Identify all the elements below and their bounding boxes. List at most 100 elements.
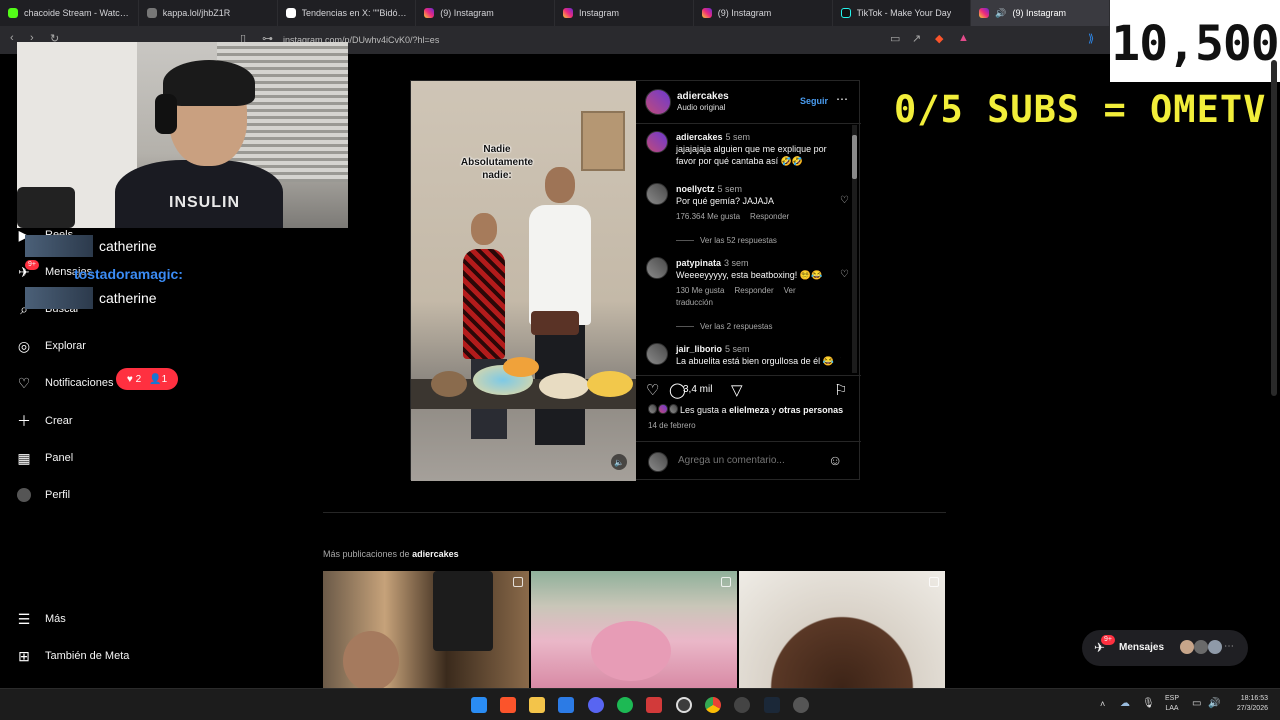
extension-icon[interactable]: ⟫ (1088, 32, 1094, 45)
save-icon[interactable]: ⚐ (834, 381, 847, 399)
comment-user[interactable]: noellyctz (676, 184, 715, 194)
comment-text: jajajajaja alguien que me explique por f… (676, 144, 827, 166)
browser-tab[interactable]: Tendencias en X: ""Bidón"": Por (278, 0, 417, 26)
sidebar-item-more[interactable]: ☰ Más (15, 610, 66, 628)
sidebar-item-notifications[interactable]: ♡ Notificaciones (15, 374, 114, 392)
cloud-icon[interactable]: ☁ (1120, 698, 1130, 709)
post-video[interactable]: Nadie Absolutamente nadie: 🔈 (411, 81, 636, 481)
more-posts-author[interactable]: adiercakes (412, 549, 459, 559)
share-icon[interactable]: ↗ (912, 32, 921, 45)
compass-icon: ◎ (17, 337, 31, 354)
app-icon[interactable] (734, 697, 750, 713)
sidebar-item-explore[interactable]: ◎ Explorar (15, 337, 86, 355)
spotify-icon[interactable] (617, 697, 633, 713)
author-avatar[interactable] (645, 89, 671, 115)
browser-tab[interactable]: (9) Instagram (416, 0, 555, 26)
windows-start-icon[interactable] (471, 697, 487, 713)
comments-scrollbar[interactable] (852, 125, 857, 373)
heart-icon[interactable]: ♡ (840, 269, 849, 280)
emoji-icon[interactable]: ☺ (828, 452, 842, 468)
cast-icon[interactable]: ▭ (890, 32, 900, 45)
bing-icon[interactable] (558, 697, 574, 713)
follow-button[interactable]: Seguir (800, 96, 828, 106)
browser-tab-active[interactable]: 🔊 (9) Instagram (971, 0, 1110, 26)
brave-rewards-icon[interactable]: ▲ (958, 32, 969, 44)
system-clock[interactable]: 18:16:53 27/3/2026 (1226, 694, 1268, 714)
comment-input[interactable] (678, 455, 818, 466)
more-options-icon[interactable]: ⋯ (836, 92, 848, 106)
obs-icon[interactable] (646, 697, 662, 713)
chart-icon: ▦ (17, 449, 31, 466)
steam-icon[interactable] (764, 697, 780, 713)
chat-thumbnail (25, 235, 93, 257)
ccleaner-icon[interactable] (676, 697, 692, 713)
sidebar-item-profile[interactable]: Perfil (15, 486, 70, 504)
comment-avatar[interactable] (646, 131, 668, 153)
likes-user[interactable]: elielmeza (729, 405, 769, 415)
likes-others[interactable]: otras personas (779, 405, 844, 415)
likes-count: ♥ 2 (127, 374, 141, 385)
comment-likes[interactable]: 130 Me gusta (676, 286, 724, 295)
webcam-person-hair (163, 60, 255, 106)
sidebar-item-panel[interactable]: ▦ Panel (15, 449, 73, 467)
browser-tab[interactable]: chacoide Stream - Watch L (0, 0, 139, 26)
comment-likes[interactable]: 176.364 Me gusta (676, 212, 740, 221)
page-scrollbar[interactable] (1271, 60, 1277, 396)
post-thumbnail[interactable] (323, 571, 529, 688)
browser-tab[interactable]: kappa.lol/jhbZ1R (139, 0, 278, 26)
view-replies-button[interactable]: Ver las 52 respuestas (676, 236, 777, 245)
chrome-icon[interactable] (705, 697, 721, 713)
author-name[interactable]: adiercakes (677, 91, 729, 102)
microphone-icon[interactable]: 🎙 (1142, 698, 1155, 709)
sidebar-item-create[interactable]: ＋ Crear (15, 412, 73, 430)
comment-text: Por qué gemía? JAJAJA (676, 196, 775, 206)
comment-avatar[interactable] (646, 183, 668, 205)
reply-button[interactable]: Responder (734, 286, 773, 295)
tiktok-icon (840, 8, 851, 18)
video-caption: Nadie Absolutamente nadie: (447, 143, 547, 182)
audio-label[interactable]: Audio original (677, 103, 725, 112)
back-icon[interactable]: ‹ (10, 32, 14, 44)
likes-summary[interactable]: Les gusta a elielmeza y otras personas (680, 405, 843, 415)
post-thumbnail[interactable] (531, 571, 737, 688)
sidebar-item-also-from-meta[interactable]: ⊞ También de Meta (15, 647, 129, 665)
address-bar[interactable]: instagram.com/p/DUwhv4iCvK0/?hl=es (283, 31, 983, 49)
comment-avatar[interactable] (646, 257, 668, 279)
brave-shield-icon[interactable]: ◆ (935, 32, 943, 45)
view-replies-button[interactable]: Ver las 2 respuestas (676, 322, 772, 331)
messages-button[interactable]: ✈ 9+ Mensajes ⋯ (1082, 630, 1248, 666)
tab-title: chacoide Stream - Watch L (24, 8, 130, 18)
chat-name: catherine (99, 290, 157, 306)
mute-icon[interactable]: 🔈 (611, 454, 627, 470)
comment-user[interactable]: patypinata (676, 258, 721, 268)
x-icon (285, 8, 296, 18)
language-indicator[interactable]: ESP LAA (1160, 694, 1184, 714)
brave-icon[interactable] (500, 697, 516, 713)
sidebar-item-label: Explorar (45, 340, 86, 352)
comment-user[interactable]: jair_liborio (676, 344, 722, 354)
browser-tab[interactable]: (9) Instagram (694, 0, 833, 26)
comment-avatar[interactable] (646, 343, 668, 365)
share-icon[interactable]: ▽ (731, 381, 743, 399)
heart-icon[interactable]: ♡ (840, 355, 841, 366)
volume-icon[interactable]: 🔊 (1208, 698, 1220, 709)
video-caption-line: Nadie (483, 144, 511, 155)
notification-badge[interactable]: ♥ 2 👤1 (116, 368, 178, 390)
scrollbar-thumb[interactable] (852, 135, 857, 179)
chat-message: catherine (25, 235, 157, 257)
discord-icon[interactable] (588, 697, 604, 713)
display-icon[interactable]: ▭ (1192, 698, 1201, 709)
video-person (529, 205, 591, 325)
file-explorer-icon[interactable] (529, 697, 545, 713)
chevron-up-icon[interactable]: ˄ (1100, 699, 1105, 709)
heart-icon[interactable]: ♡ (840, 195, 849, 206)
comment-user[interactable]: adiercakes (676, 132, 723, 142)
browser-tab[interactable]: Instagram (555, 0, 694, 26)
post-thumbnail[interactable] (739, 571, 945, 688)
reply-button[interactable]: Responder (750, 212, 789, 221)
browser-tab[interactable]: TikTok - Make Your Day (833, 0, 972, 26)
like-heart-icon[interactable]: ♡ (646, 381, 659, 399)
shirt-text: INSULIN (169, 194, 240, 211)
media-player-icon[interactable] (793, 697, 809, 713)
video-person (463, 249, 505, 359)
